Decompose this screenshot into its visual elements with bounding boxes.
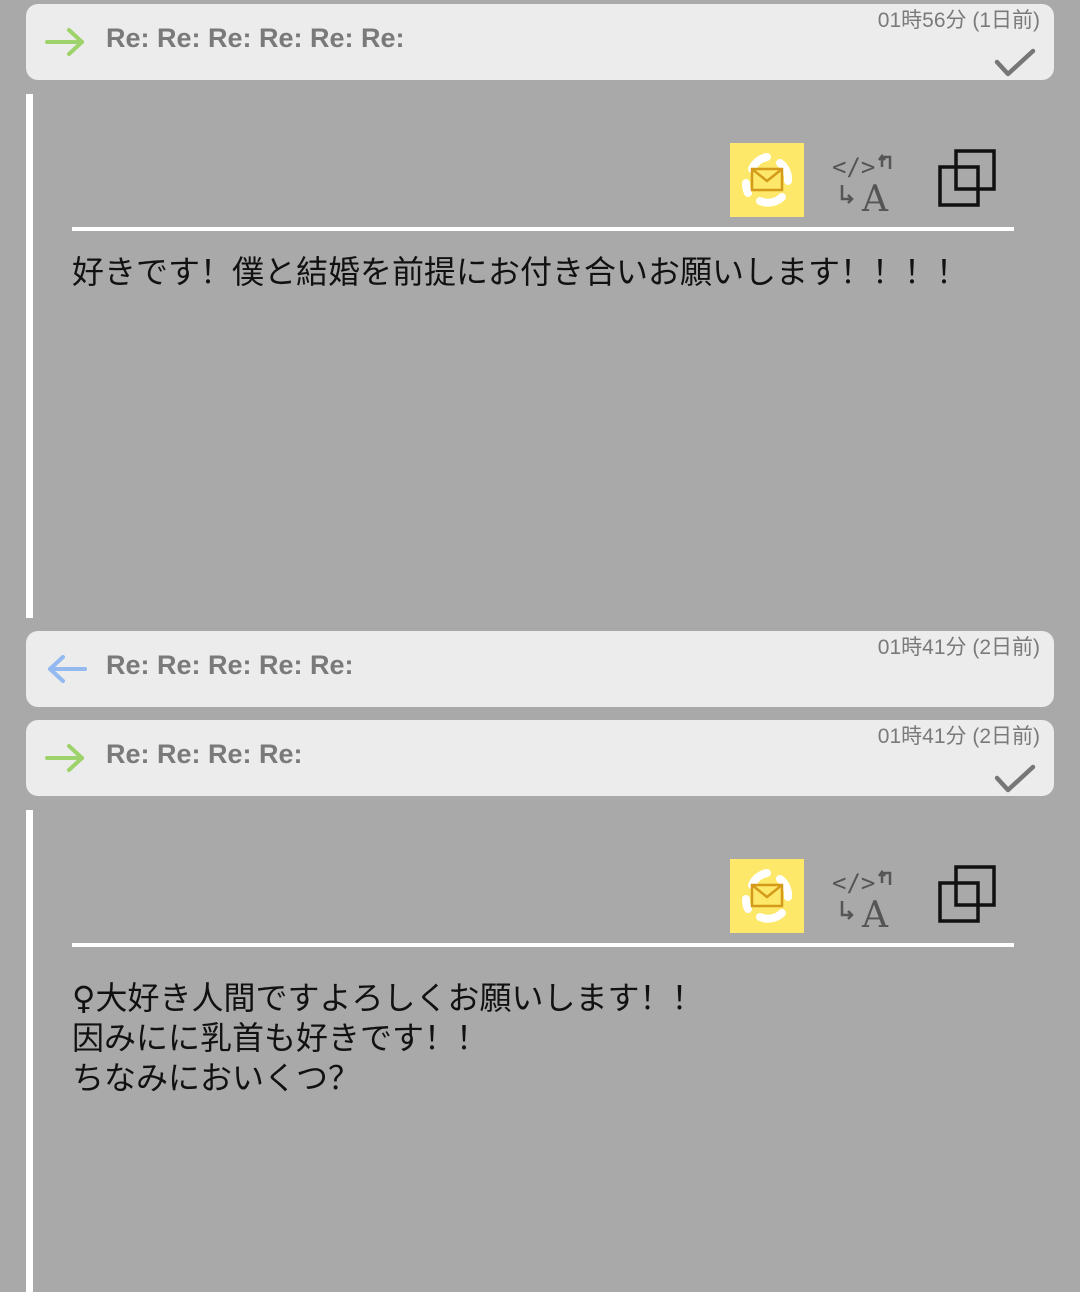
svg-text:A: A bbox=[861, 895, 889, 931]
svg-text:A: A bbox=[861, 179, 889, 215]
checkmark-icon bbox=[994, 48, 1036, 77]
message-body: 好きです！僕と結婚を前提にお付き合いお願いします！！！！ bbox=[72, 252, 1022, 292]
message-divider bbox=[72, 227, 1014, 231]
thread-indent-bar bbox=[26, 94, 33, 618]
copy-button[interactable] bbox=[934, 147, 1000, 213]
svg-text:</>: </> bbox=[832, 869, 875, 897]
arrow-right-icon bbox=[45, 28, 84, 56]
arrow-left-icon bbox=[48, 655, 87, 683]
message-line: ♀大好き人間ですよろしくお願いします！！ bbox=[72, 979, 704, 1017]
thread-timestamp: 01時56分 (1日前) bbox=[877, 9, 1040, 32]
thread-subject: Re: Re: Re: Re: Re: Re: bbox=[106, 23, 405, 53]
checkmark-icon bbox=[994, 764, 1036, 793]
translate-button[interactable]: </> A bbox=[830, 147, 902, 220]
save-mail-button[interactable] bbox=[730, 859, 804, 933]
thread-subject: Re: Re: Re: Re: bbox=[106, 739, 303, 769]
copy-button[interactable] bbox=[934, 863, 1000, 929]
thread-subject: Re: Re: Re: Re: Re: bbox=[106, 650, 354, 680]
message-line: 因みにに乳首も好きです！！ bbox=[72, 1019, 489, 1057]
thread-timestamp: 01時41分 (2日前) bbox=[877, 725, 1040, 748]
message-body: ♀大好き人間ですよろしくお願いします！！ 因みにに乳首も好きです！！ ちなみにお… bbox=[72, 978, 1022, 1098]
arrow-right-icon bbox=[45, 744, 84, 772]
recycle-mail-icon bbox=[741, 869, 793, 923]
thread-header[interactable]: Re: Re: Re: Re: Re: Re: 01時56分 (1日前) bbox=[26, 4, 1054, 80]
save-mail-button[interactable] bbox=[730, 143, 804, 217]
translate-icon: </> A bbox=[832, 869, 892, 936]
thread-indent-bar bbox=[26, 810, 33, 1292]
thread-timestamp: 01時41分 (2日前) bbox=[877, 636, 1040, 659]
translate-icon: </> A bbox=[832, 153, 892, 220]
message-line: 好きです！僕と結婚を前提にお付き合いお願いします！！！！ bbox=[72, 253, 969, 291]
message-panel: </> A 好きです！僕と結婚を前提にお付き合いお願いします！！！！ bbox=[26, 94, 1054, 618]
translate-button[interactable]: </> A bbox=[830, 863, 902, 936]
message-divider bbox=[72, 943, 1014, 947]
copy-icon bbox=[938, 149, 996, 207]
message-panel: </> A ♀大好き人間ですよろしくお願いします！！ 因みにに乳首も好きです！！… bbox=[26, 810, 1054, 1292]
copy-icon bbox=[938, 865, 996, 923]
thread-header[interactable]: Re: Re: Re: Re: Re: 01時41分 (2日前) bbox=[26, 631, 1054, 707]
thread-header[interactable]: Re: Re: Re: Re: 01時41分 (2日前) bbox=[26, 720, 1054, 796]
recycle-mail-icon bbox=[741, 153, 793, 207]
message-line: ちなみにおいくつ？ bbox=[72, 1059, 361, 1097]
svg-text:</>: </> bbox=[832, 153, 875, 181]
